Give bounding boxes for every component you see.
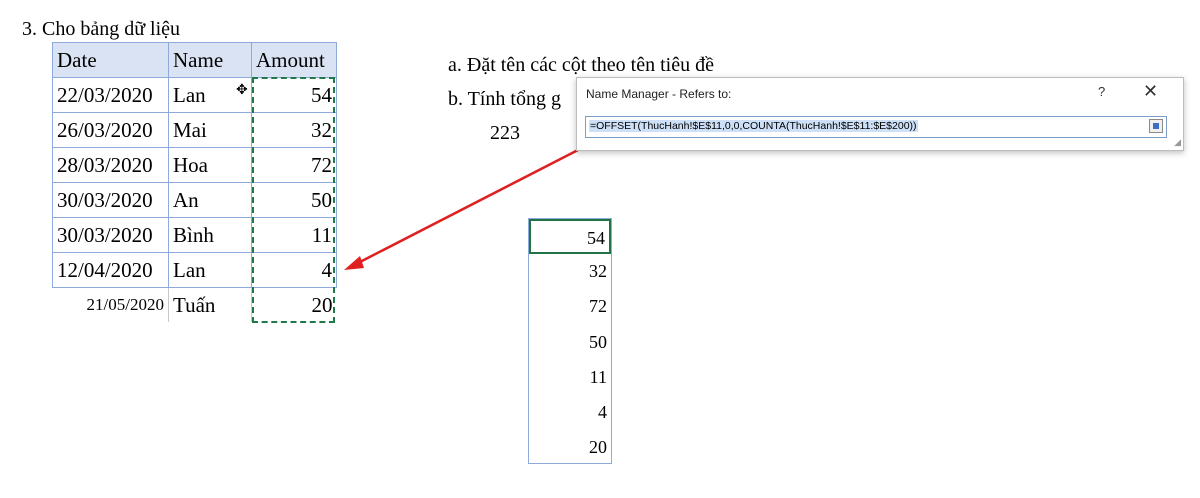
help-button[interactable]: ? [1098, 84, 1105, 99]
name-manager-dialog: Name Manager - Refers to: ? ✕ =OFFSET(Th… [576, 77, 1184, 151]
formula-text[interactable]: =OFFSET(ThucHanh!$E$11,0,0,COUNTA(ThucHa… [589, 120, 918, 132]
refers-to-input[interactable]: =OFFSET(ThucHanh!$E$11,0,0,COUNTA(ThucHa… [585, 116, 1167, 138]
pointer-arrow [344, 148, 579, 270]
close-button[interactable]: ✕ [1143, 81, 1158, 102]
arrow-line [355, 148, 579, 266]
dialog-title: Name Manager - Refers to: [586, 87, 732, 101]
resize-grip-icon[interactable]: ◢ [1174, 137, 1181, 148]
collapse-dialog-icon[interactable] [1149, 119, 1163, 133]
arrow-head [344, 256, 364, 270]
